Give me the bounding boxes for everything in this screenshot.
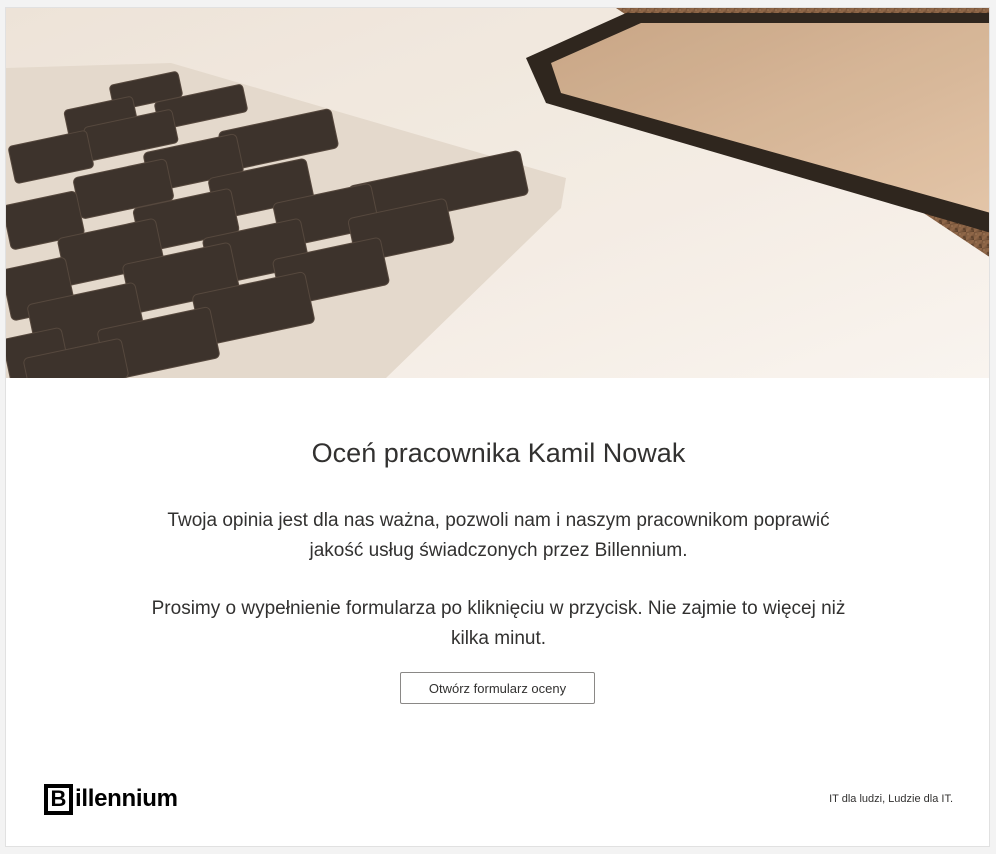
open-form-button[interactable]: Otwórz formularz oceny	[400, 672, 595, 704]
intro-paragraph: Twoja opinia jest dla nas ważna, pozwoli…	[167, 510, 830, 561]
instruction-paragraph: Prosimy o wypełnienie formularza po klik…	[151, 598, 846, 649]
footer-tagline: IT dla ludzi, Ludzie dla IT.	[829, 793, 953, 805]
footer: B illennium IT dla ludzi, Ludzie dla IT.	[6, 778, 989, 823]
billennium-logo: B illennium	[44, 780, 178, 818]
logo-mark: B	[44, 783, 73, 815]
hero-image	[6, 8, 989, 378]
page-title: Oceń pracownika Kamil Nowak	[311, 438, 686, 468]
logo-text: illennium	[75, 785, 178, 812]
evaluation-card: Oceń pracownika Kamil Nowak Twoja opinia…	[5, 7, 990, 847]
